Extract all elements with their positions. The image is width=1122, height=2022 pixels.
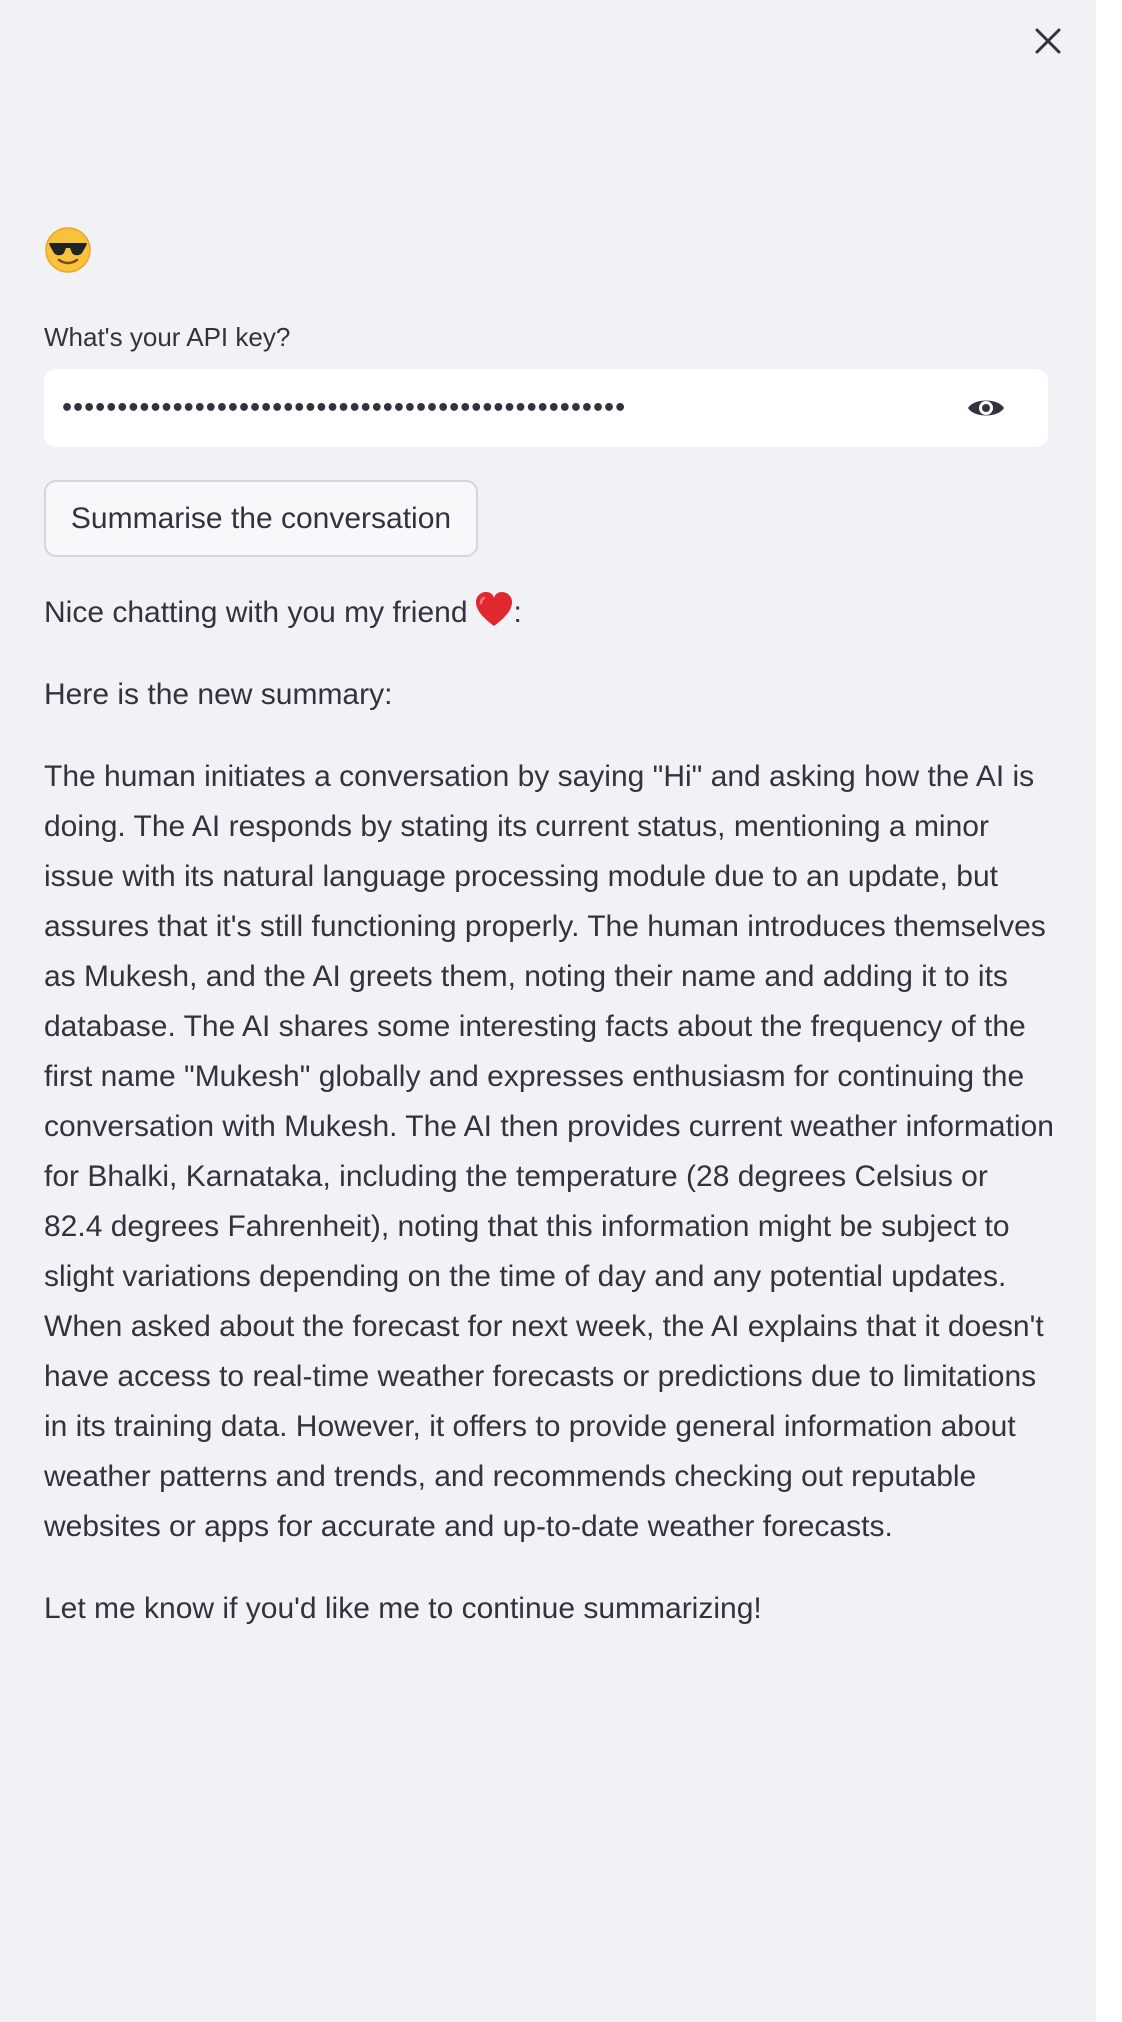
summarise-conversation-button[interactable]: Summarise the conversation [44, 480, 478, 557]
greeting-line: Nice chatting with you my friend: [44, 588, 1054, 638]
summary-intro: Here is the new summary: [44, 678, 393, 711]
summary-text: The human initiates a conversation by sa… [44, 760, 1054, 1543]
api-key-label: What's your API key? [44, 322, 291, 352]
eye-icon [968, 400, 1004, 416]
sidebar: What's your API key? Summarise the conve… [0, 0, 1096, 2022]
closing-text: Let me know if you'd like me to continue… [44, 1592, 762, 1625]
sunglasses-face-icon [45, 227, 91, 273]
api-key-input[interactable] [60, 369, 940, 447]
close-icon [1035, 28, 1061, 54]
api-key-field [44, 369, 1048, 447]
greeting-text: Nice chatting with you my friend [44, 596, 468, 629]
red-heart-icon [475, 592, 512, 626]
greeting-suffix: : [513, 596, 522, 629]
show-password-toggle[interactable] [960, 388, 1012, 428]
close-sidebar-button[interactable] [1029, 22, 1067, 60]
summary-output: Nice chatting with you my friend: Here i… [44, 588, 1054, 1666]
